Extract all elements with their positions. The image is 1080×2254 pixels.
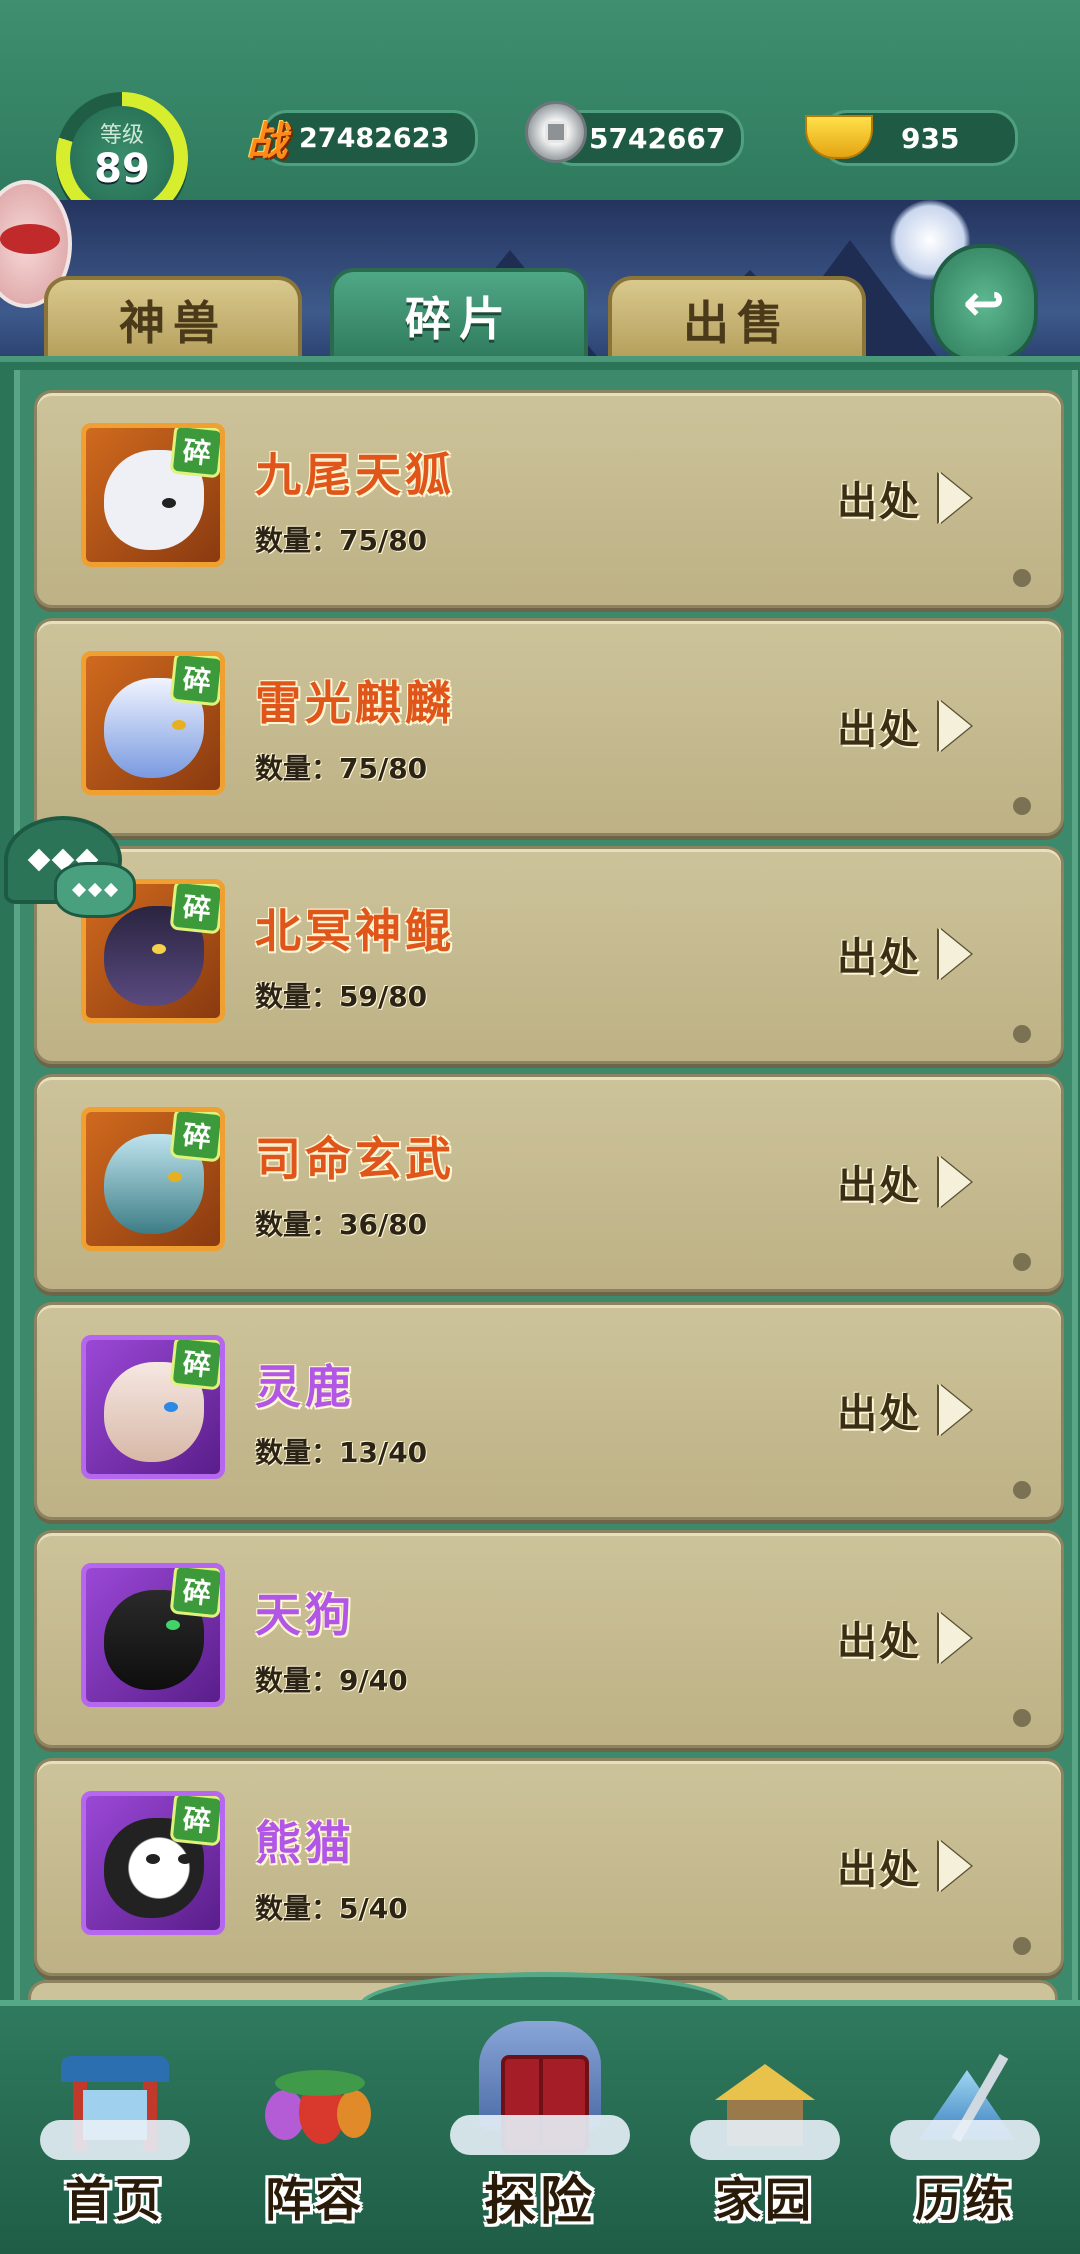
beast-name: 司命玄武	[255, 1132, 455, 1186]
level-value: 89	[94, 146, 150, 192]
source-label: 出处	[837, 479, 921, 525]
list-item[interactable]: 碎 九尾天狐 数量：75/80 出处	[34, 390, 1064, 608]
arrow-right-icon	[939, 700, 971, 752]
beast-portrait: 碎	[81, 1107, 225, 1251]
silver-pill[interactable]: 5742667	[525, 101, 744, 166]
nav-training[interactable]: 历练	[880, 2040, 1050, 2230]
shard-list-panel: 碎 九尾天狐 数量：75/80 出处 碎 雷光麒麟 数量：75/80 出处 碎 …	[0, 356, 1080, 2010]
nav-label: 阵容	[265, 2173, 365, 2227]
tab-shards[interactable]: 碎片	[330, 268, 588, 360]
chat-icon	[54, 862, 136, 918]
list-item[interactable]: 碎 天狗 数量：9/40 出处	[34, 1530, 1064, 1748]
nav-label: 家园	[715, 2173, 815, 2227]
source-label: 出处	[837, 1847, 921, 1893]
shard-count: 数量：36/80	[255, 1208, 428, 1241]
beast-name: 熊猫	[255, 1816, 355, 1870]
nav-home[interactable]: 首页	[30, 2040, 200, 2230]
explore-icon	[450, 2015, 630, 2155]
nav-label: 历练	[915, 2173, 1015, 2227]
shard-badge: 碎	[169, 1568, 220, 1619]
source-label: 出处	[837, 1391, 921, 1437]
beast-portrait: 碎	[81, 651, 225, 795]
arrow-right-icon	[939, 1384, 971, 1436]
shard-count: 数量：75/80	[255, 524, 428, 557]
source-button[interactable]: 出处	[837, 691, 1007, 761]
beast-portrait: 碎	[81, 1791, 225, 1935]
arrow-right-icon	[939, 1840, 971, 1892]
nav-lineup[interactable]: 阵容	[230, 2040, 400, 2230]
source-button[interactable]: 出处	[837, 1831, 1007, 1901]
arrow-right-icon	[939, 928, 971, 980]
house-icon	[690, 2050, 840, 2160]
gold-pill[interactable]: 935	[805, 110, 1018, 166]
beast-name: 雷光麒麟	[255, 676, 455, 730]
combat-power-value: 27482623	[299, 122, 450, 154]
source-label: 出处	[837, 1619, 921, 1665]
gate-icon	[40, 2050, 190, 2160]
sword-icon	[890, 2050, 1040, 2160]
nav-label: 首页	[65, 2173, 165, 2227]
arrow-right-icon	[939, 1156, 971, 1208]
list-item[interactable]: 碎 北冥神鲲 数量：59/80 出处	[34, 846, 1064, 1064]
shard-list[interactable]: 碎 九尾天狐 数量：75/80 出处 碎 雷光麒麟 数量：75/80 出处 碎 …	[14, 370, 1078, 2010]
shard-badge: 碎	[169, 1796, 220, 1847]
arrow-right-icon	[939, 1612, 971, 1664]
combat-power-pill: 战 27482623	[247, 110, 478, 166]
list-item[interactable]: 碎 灵鹿 数量：13/40 出处	[34, 1302, 1064, 1520]
beast-name: 九尾天狐	[255, 448, 455, 502]
shard-count: 数量：13/40	[255, 1436, 428, 1469]
source-button[interactable]: 出处	[837, 463, 1007, 533]
level-label: 等级	[99, 123, 144, 148]
shard-badge: 碎	[169, 656, 220, 707]
gourd-icon	[255, 2050, 375, 2160]
back-arrow-icon: ↩	[963, 274, 1005, 332]
tab-sell[interactable]: 出售	[608, 276, 866, 360]
shard-count: 数量：5/40	[255, 1892, 408, 1925]
shard-badge: 碎	[169, 428, 220, 479]
source-button[interactable]: 出处	[837, 1147, 1007, 1217]
gold-value: 935	[901, 121, 960, 155]
list-item[interactable]: 碎 雷光麒麟 数量：75/80 出处	[34, 618, 1064, 836]
beast-name: 北冥神鲲	[255, 904, 455, 958]
tab-beasts[interactable]: 神兽	[44, 276, 302, 360]
silver-value: 5742667	[589, 121, 726, 155]
nav-explore[interactable]: 探险	[445, 2010, 635, 2234]
shard-count: 数量：9/40	[255, 1664, 408, 1697]
beast-name: 灵鹿	[255, 1360, 355, 1414]
list-item[interactable]: 碎 司命玄武 数量：36/80 出处	[34, 1074, 1064, 1292]
source-label: 出处	[837, 1163, 921, 1209]
beast-portrait: 碎	[81, 1563, 225, 1707]
gold-ingot-icon	[805, 115, 873, 159]
source-button[interactable]: 出处	[837, 919, 1007, 989]
combat-icon: 战	[247, 119, 287, 165]
list-item[interactable]: 碎 熊猫 数量：5/40 出处	[34, 1758, 1064, 1976]
shard-badge: 碎	[169, 1112, 220, 1163]
source-button[interactable]: 出处	[837, 1603, 1007, 1673]
beast-portrait: 碎	[81, 1335, 225, 1479]
source-label: 出处	[837, 707, 921, 753]
shard-count: 数量：75/80	[255, 752, 428, 785]
source-label: 出处	[837, 935, 921, 981]
shard-badge: 碎	[169, 884, 220, 935]
nav-home-garden[interactable]: 家园	[680, 2040, 850, 2230]
shard-count: 数量：59/80	[255, 980, 428, 1013]
top-resource-bar: 等级 89 战 27482623 5742667 935	[0, 0, 1080, 224]
back-button[interactable]: ↩	[930, 244, 1038, 362]
shard-badge: 碎	[169, 1340, 220, 1391]
arrow-right-icon	[939, 472, 971, 524]
beast-portrait: 碎	[81, 423, 225, 567]
chat-dot-icon	[27, 848, 51, 872]
silver-coin-icon	[525, 101, 587, 163]
source-button[interactable]: 出处	[837, 1375, 1007, 1445]
nav-label: 探险	[483, 2172, 596, 2232]
beast-name: 天狗	[255, 1588, 355, 1642]
